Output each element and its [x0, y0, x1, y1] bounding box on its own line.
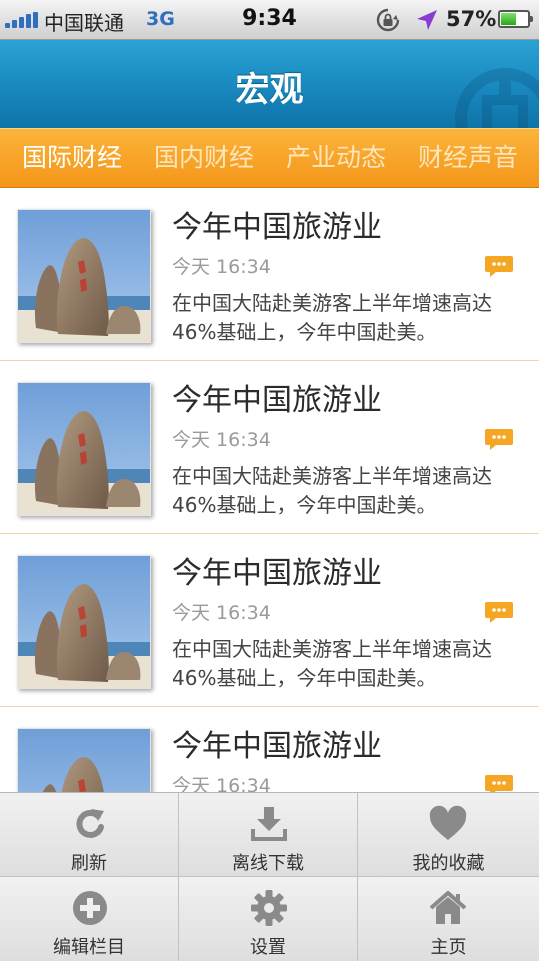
settings-button[interactable]: 设置 — [179, 877, 358, 961]
refresh-label: 刷新 — [71, 853, 107, 874]
news-title: 今年中国旅游业 — [172, 556, 382, 591]
add-circle-icon — [73, 891, 107, 925]
network-type: 3G — [146, 8, 175, 30]
refresh-button[interactable]: 刷新 — [0, 793, 179, 877]
battery-icon — [498, 10, 533, 28]
comment-icon[interactable] — [484, 600, 514, 624]
comment-icon[interactable] — [484, 427, 514, 451]
rotation-lock-icon — [376, 8, 400, 32]
signal-strength-icon — [5, 12, 39, 28]
bank-logo-watermark — [455, 68, 539, 128]
news-time: 今天 16:34 — [172, 429, 271, 451]
tab-industry-news[interactable]: 产业动态 — [286, 129, 386, 187]
news-summary: 在中国大陆赴美游客上半年增速高达46%基础上，今年中国赴美。 — [172, 637, 492, 690]
comment-icon[interactable] — [484, 254, 514, 278]
heart-icon — [429, 805, 467, 840]
edit-columns-button[interactable]: 编辑栏目 — [0, 877, 179, 961]
home-label: 主页 — [430, 937, 467, 958]
carrier-name: 中国联通 — [44, 11, 124, 35]
settings-label: 设置 — [250, 937, 286, 958]
news-time: 今天 16:34 — [172, 602, 271, 624]
status-bar: 中国联通 3G 9:34 57% — [0, 0, 539, 40]
news-time: 今天 16:34 — [172, 256, 271, 278]
news-time: 今天 16:34 — [172, 775, 271, 792]
bottom-toolbar: 刷新 离线下载 我的收藏 编辑栏目 设置 主页 — [0, 792, 539, 961]
news-list: 今年中国旅游业 今天 16:34 在中国大陆赴美游客上半年增速高达46%基础上，… — [0, 188, 539, 792]
location-arrow-icon — [417, 10, 437, 30]
edit-columns-label: 编辑栏目 — [53, 937, 125, 958]
news-item[interactable]: 今年中国旅游业 今天 16:34 — [0, 707, 539, 792]
news-thumbnail — [17, 555, 151, 689]
refresh-icon — [76, 809, 104, 838]
news-item[interactable]: 今年中国旅游业 今天 16:34 在中国大陆赴美游客上半年增速高达46%基础上，… — [0, 188, 539, 361]
news-summary: 在中国大陆赴美游客上半年增速高达46%基础上，今年中国赴美。 — [172, 291, 492, 344]
news-item[interactable]: 今年中国旅游业 今天 16:34 在中国大陆赴美游客上半年增速高达46%基础上，… — [0, 534, 539, 707]
tab-domestic-finance[interactable]: 国内财经 — [154, 129, 254, 187]
offline-download-button[interactable]: 离线下载 — [179, 793, 358, 877]
favorites-button[interactable]: 我的收藏 — [358, 793, 539, 877]
category-tabs: 国际财经 国内财经 产业动态 财经声音 — [0, 128, 539, 188]
header-bar: 宏观 — [0, 40, 539, 128]
news-title: 今年中国旅游业 — [172, 729, 382, 764]
comment-icon[interactable] — [484, 773, 514, 792]
news-thumbnail — [17, 209, 151, 343]
news-title: 今年中国旅游业 — [172, 210, 382, 245]
news-item[interactable]: 今年中国旅游业 今天 16:34 在中国大陆赴美游客上半年增速高达46%基础上，… — [0, 361, 539, 534]
home-icon — [429, 891, 467, 924]
tab-international-finance[interactable]: 国际财经 — [22, 129, 122, 187]
news-thumbnail — [17, 382, 151, 516]
news-title: 今年中国旅游业 — [172, 383, 382, 418]
gear-icon — [251, 890, 287, 926]
home-button[interactable]: 主页 — [358, 877, 539, 961]
tab-finance-voices[interactable]: 财经声音 — [418, 129, 518, 187]
news-thumbnail — [17, 728, 151, 792]
favorites-label: 我的收藏 — [412, 853, 485, 874]
offline-download-label: 离线下载 — [232, 853, 304, 874]
news-summary: 在中国大陆赴美游客上半年增速高达46%基础上，今年中国赴美。 — [172, 464, 492, 517]
download-icon — [251, 807, 287, 841]
battery-percent: 57% — [446, 7, 497, 31]
